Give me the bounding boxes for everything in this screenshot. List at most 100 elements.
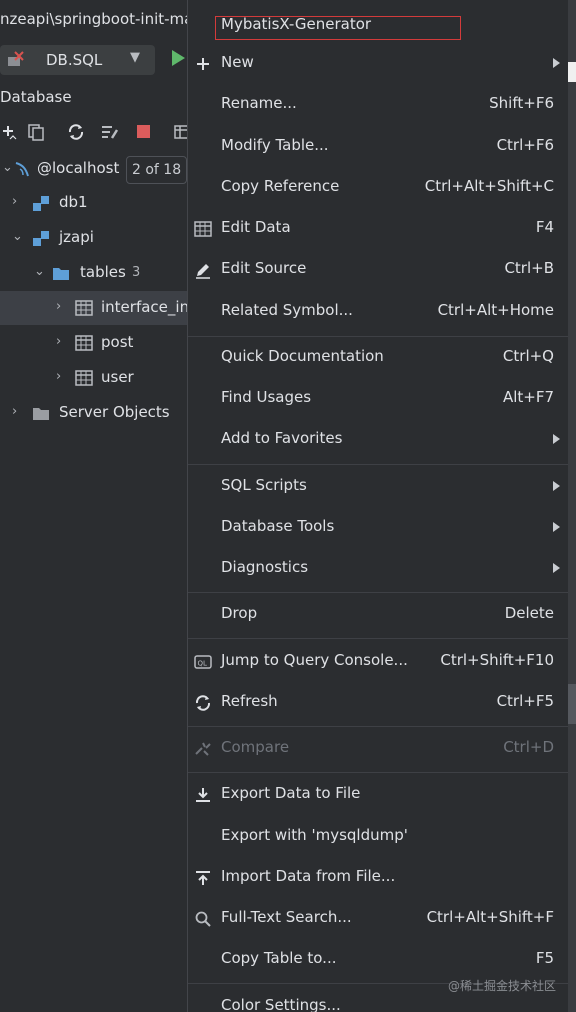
menu-item-shortcut: Ctrl+Shift+F10 (440, 651, 554, 669)
menu-item-export-data-to-file[interactable]: Export Data to File (188, 775, 568, 815)
menu-separator (188, 464, 568, 465)
refresh-icon[interactable] (66, 122, 86, 142)
menu-item-drop[interactable]: Drop Delete (188, 595, 568, 635)
tree-item-interface-info[interactable]: › interface_inf (0, 291, 200, 325)
menu-item-shortcut: Ctrl+Alt+Shift+C (424, 177, 554, 195)
menu-separator (188, 638, 568, 639)
run-icon[interactable] (172, 50, 185, 66)
tree-item-label: jzapi (59, 228, 94, 246)
tree-item-user[interactable]: › user (0, 361, 200, 395)
submenu-arrow-icon (553, 58, 560, 68)
tree-item-tables[interactable]: ⌄ tables 3 (0, 256, 200, 290)
menu-item-compare: Compare Ctrl+D (188, 729, 568, 769)
menu-item-label: Export Data to File (221, 784, 361, 802)
tree-item-label: user (101, 368, 134, 386)
menu-item-sql-scripts[interactable]: SQL Scripts (188, 467, 568, 507)
tree-item-post[interactable]: › post (0, 326, 200, 360)
tree-item-label: interface_inf (101, 298, 195, 316)
tree-item-jzapi[interactable]: ⌄ jzapi (0, 221, 200, 255)
menu-item-mybatisx-generator[interactable]: MybatisX-Generator (221, 15, 371, 33)
tree-item-server-objects[interactable]: › Server Objects (0, 396, 200, 430)
menu-separator (188, 726, 568, 727)
menu-separator (188, 772, 568, 773)
menu-item-copy-reference[interactable]: Copy Reference Ctrl+Alt+Shift+C (188, 168, 568, 208)
menu-item-label: Related Symbol... (221, 301, 353, 319)
chevron-down-icon: ⌄ (34, 264, 45, 279)
menu-item-shortcut: Ctrl+Q (502, 347, 554, 365)
menu-item-diagnostics[interactable]: Diagnostics (188, 549, 568, 589)
menu-item-label: New (221, 53, 254, 71)
menu-item-shortcut: Ctrl+F6 (496, 136, 554, 154)
chevron-right-icon: › (12, 194, 18, 209)
menu-item-edit-source[interactable]: Edit Source Ctrl+B (188, 250, 568, 290)
menu-item-label: Edit Data (221, 218, 291, 236)
stop-icon[interactable] (134, 122, 154, 142)
menu-item-shortcut: Ctrl+Alt+Home (437, 301, 554, 319)
scrollbar-thumb[interactable] (568, 684, 576, 724)
run-configuration-selector[interactable]: DB.SQL ▼ (0, 45, 155, 75)
table-icon (194, 221, 212, 237)
table-count: 3 (132, 265, 141, 280)
menu-item-label: Add to Favorites (221, 429, 343, 447)
console-icon: QL (194, 655, 212, 669)
menu-item-label: Modify Table... (221, 136, 329, 154)
menu-item-shortcut: Delete (504, 604, 554, 622)
menu-item-label: Color Settings... (221, 996, 341, 1012)
right-edge-strip (568, 0, 576, 1012)
chevron-down-icon: ⌄ (2, 160, 13, 175)
menu-item-label: Refresh (221, 692, 278, 710)
menu-item-shortcut: Ctrl+Alt+Shift+F (426, 908, 554, 926)
compare-icon (195, 742, 211, 756)
upload-icon (196, 871, 210, 885)
tree-item-label: tables (80, 263, 126, 281)
search-icon (195, 911, 211, 927)
submenu-arrow-icon (553, 481, 560, 491)
submenu-arrow-icon (553, 434, 560, 444)
tree-item-db1[interactable]: › db1 (0, 186, 200, 220)
menu-item-full-text-search[interactable]: Full-Text Search... Ctrl+Alt+Shift+F (188, 899, 568, 939)
chevron-right-icon: › (56, 299, 62, 314)
pencil-icon (196, 264, 210, 279)
sql-config-icon (8, 51, 24, 66)
menu-item-quick-documentation[interactable]: Quick Documentation Ctrl+Q (188, 338, 568, 378)
menu-item-shortcut: Shift+F6 (489, 94, 554, 112)
menu-item-label: Diagnostics (221, 558, 309, 576)
chevron-right-icon: › (56, 369, 62, 384)
menu-item-shortcut: Alt+F7 (502, 388, 554, 406)
menu-item-related-symbol[interactable]: Related Symbol... Ctrl+Alt+Home (188, 292, 568, 332)
table-icon (75, 370, 93, 386)
menu-item-import-data-from-file[interactable]: Import Data from File... (188, 858, 568, 898)
menu-item-label: Quick Documentation (221, 347, 384, 365)
menu-item-label: Drop (221, 604, 258, 622)
menu-item-database-tools[interactable]: Database Tools (188, 508, 568, 548)
menu-item-label: Rename... (221, 94, 297, 112)
menu-item-new[interactable]: New (188, 44, 568, 84)
refresh-icon (195, 695, 211, 711)
duplicate-icon[interactable] (26, 122, 46, 142)
table-icon (75, 300, 93, 316)
menu-item-export-with-mysqldump[interactable]: Export with 'mysqldump' (188, 817, 568, 857)
menu-separator (188, 336, 568, 337)
menu-item-label: Jump to Query Console... (221, 651, 408, 669)
schema-icon (33, 196, 49, 211)
menu-item-refresh[interactable]: Refresh Ctrl+F5 (188, 683, 568, 723)
menu-item-copy-table-to[interactable]: Copy Table to... F5 (188, 940, 568, 980)
schema-icon (33, 231, 49, 246)
menu-item-add-to-favorites[interactable]: Add to Favorites (188, 420, 568, 460)
download-icon (196, 788, 210, 802)
menu-item-find-usages[interactable]: Find Usages Alt+F7 (188, 379, 568, 419)
menu-item-edit-data[interactable]: Edit Data F4 (188, 209, 568, 249)
tree-item-label: db1 (59, 193, 88, 211)
context-menu: MybatisX-Generator New Rename... Shift+F… (187, 0, 568, 1012)
database-panel-title: Database (0, 88, 72, 106)
menu-item-shortcut: Ctrl+B (504, 259, 554, 277)
menu-item-rename[interactable]: Rename... Shift+F6 (188, 85, 568, 125)
window-edge (568, 62, 576, 82)
menu-item-modify-table[interactable]: Modify Table... Ctrl+F6 (188, 127, 568, 167)
schema-count-badge[interactable]: 2 of 18 (126, 156, 188, 184)
menu-item-jump-to-query-console[interactable]: QL Jump to Query Console... Ctrl+Shift+F… (188, 642, 568, 682)
properties-icon[interactable] (100, 122, 120, 142)
tree-item-label: post (101, 333, 134, 351)
add-icon[interactable] (0, 122, 20, 142)
watermark: @稀土掘金技术社区 (448, 979, 557, 993)
